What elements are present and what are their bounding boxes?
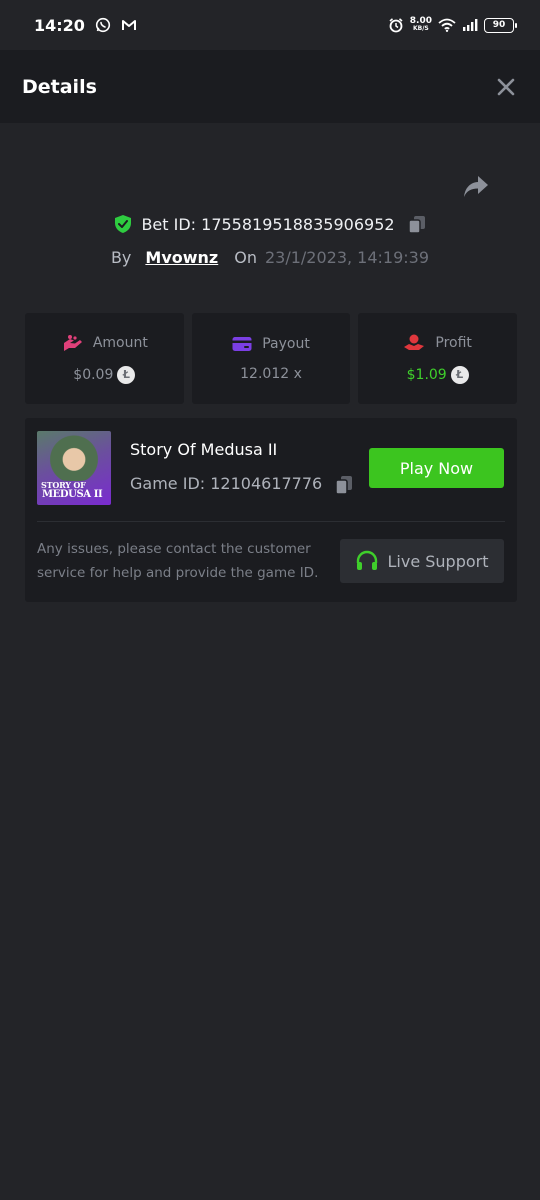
wifi-icon [438, 18, 456, 32]
alarm-icon [388, 17, 404, 33]
stat-amount-header: Amount [61, 334, 148, 352]
battery-level: 90 [492, 20, 506, 30]
on-label: On [234, 247, 257, 267]
play-now-button[interactable]: Play Now [369, 448, 504, 488]
game-thumbnail[interactable]: STORY OF MEDUSA II [37, 431, 111, 505]
close-icon [497, 78, 515, 95]
status-bar-left: 14:20 [34, 16, 137, 35]
bet-datetime: 23/1/2023, 14:19:39 [264, 247, 430, 267]
stat-amount: Amount $0.09 Ł [25, 313, 184, 404]
username-link[interactable]: Mvownz [145, 248, 218, 267]
verified-shield-icon [115, 215, 132, 233]
amount-icon [63, 334, 82, 351]
game-card: STORY OF MEDUSA II Story Of Medusa II Ga… [25, 418, 517, 602]
stat-payout-header: Payout [232, 336, 310, 352]
divider [37, 521, 505, 522]
gmail-icon [121, 18, 137, 32]
stat-payout: Payout 12.012 x [191, 313, 351, 404]
stat-payout-label: Payout [262, 335, 310, 352]
speed-value: 8.00 [409, 16, 432, 26]
bet-stats: Amount $0.09 Ł Payout 12.012 x Profit $1… [25, 313, 518, 404]
live-support-button[interactable]: Live Support [340, 539, 504, 583]
payout-card-icon [232, 336, 252, 351]
share-button[interactable] [462, 174, 492, 202]
game-title: Story Of Medusa II [130, 440, 278, 459]
copy-icon[interactable] [334, 474, 354, 496]
game-id: Game ID: 12104617776 [130, 474, 323, 493]
stat-profit-value-row: $1.09 Ł [406, 365, 469, 384]
page-title: Details [22, 75, 97, 98]
signal-icon [462, 19, 478, 31]
profit-icon [404, 334, 425, 350]
stat-amount-value-row: $0.09 Ł [73, 365, 136, 384]
stat-amount-label: Amount [92, 334, 148, 351]
medusa-artwork [45, 433, 103, 481]
status-time: 14:20 [34, 15, 85, 35]
headset-icon [357, 550, 378, 570]
bet-byline: By Mvownz On 23/1/2023, 14:19:39 [0, 244, 540, 270]
stat-profit-header: Profit [403, 334, 472, 352]
live-support-label: Live Support [387, 551, 489, 571]
support-message: Any issues, please contact the customer … [37, 541, 319, 581]
thumbnail-title-line2: MEDUSA II [42, 489, 103, 500]
bet-id-row: Bet ID: 1755819518835906952 [0, 210, 540, 238]
share-icon [464, 176, 488, 197]
status-bar-right: 8.00 KB/S 90 [388, 17, 517, 33]
speed-unit: KB/S [413, 25, 429, 32]
stat-profit-value: $1.09 [406, 366, 447, 383]
stat-profit: Profit $1.09 Ł [358, 313, 518, 404]
close-button[interactable] [494, 75, 518, 99]
whatsapp-icon [95, 17, 111, 33]
copy-icon[interactable] [407, 214, 427, 234]
stat-payout-value: 12.012 x [240, 365, 302, 382]
details-header: Details [0, 50, 540, 123]
stat-amount-value: $0.09 [73, 366, 114, 383]
by-label: By [110, 247, 132, 267]
litecoin-icon: Ł [450, 365, 469, 384]
status-bar: 14:20 8.00 KB/S 90 [0, 0, 540, 50]
stat-profit-label: Profit [435, 334, 472, 351]
battery-icon: 90 [484, 17, 517, 33]
litecoin-icon: Ł [117, 365, 136, 384]
bet-id: Bet ID: 1755819518835906952 [141, 214, 395, 234]
stat-payout-value-row: 12.012 x [240, 366, 302, 382]
network-speed: 8.00 KB/S [410, 17, 432, 33]
